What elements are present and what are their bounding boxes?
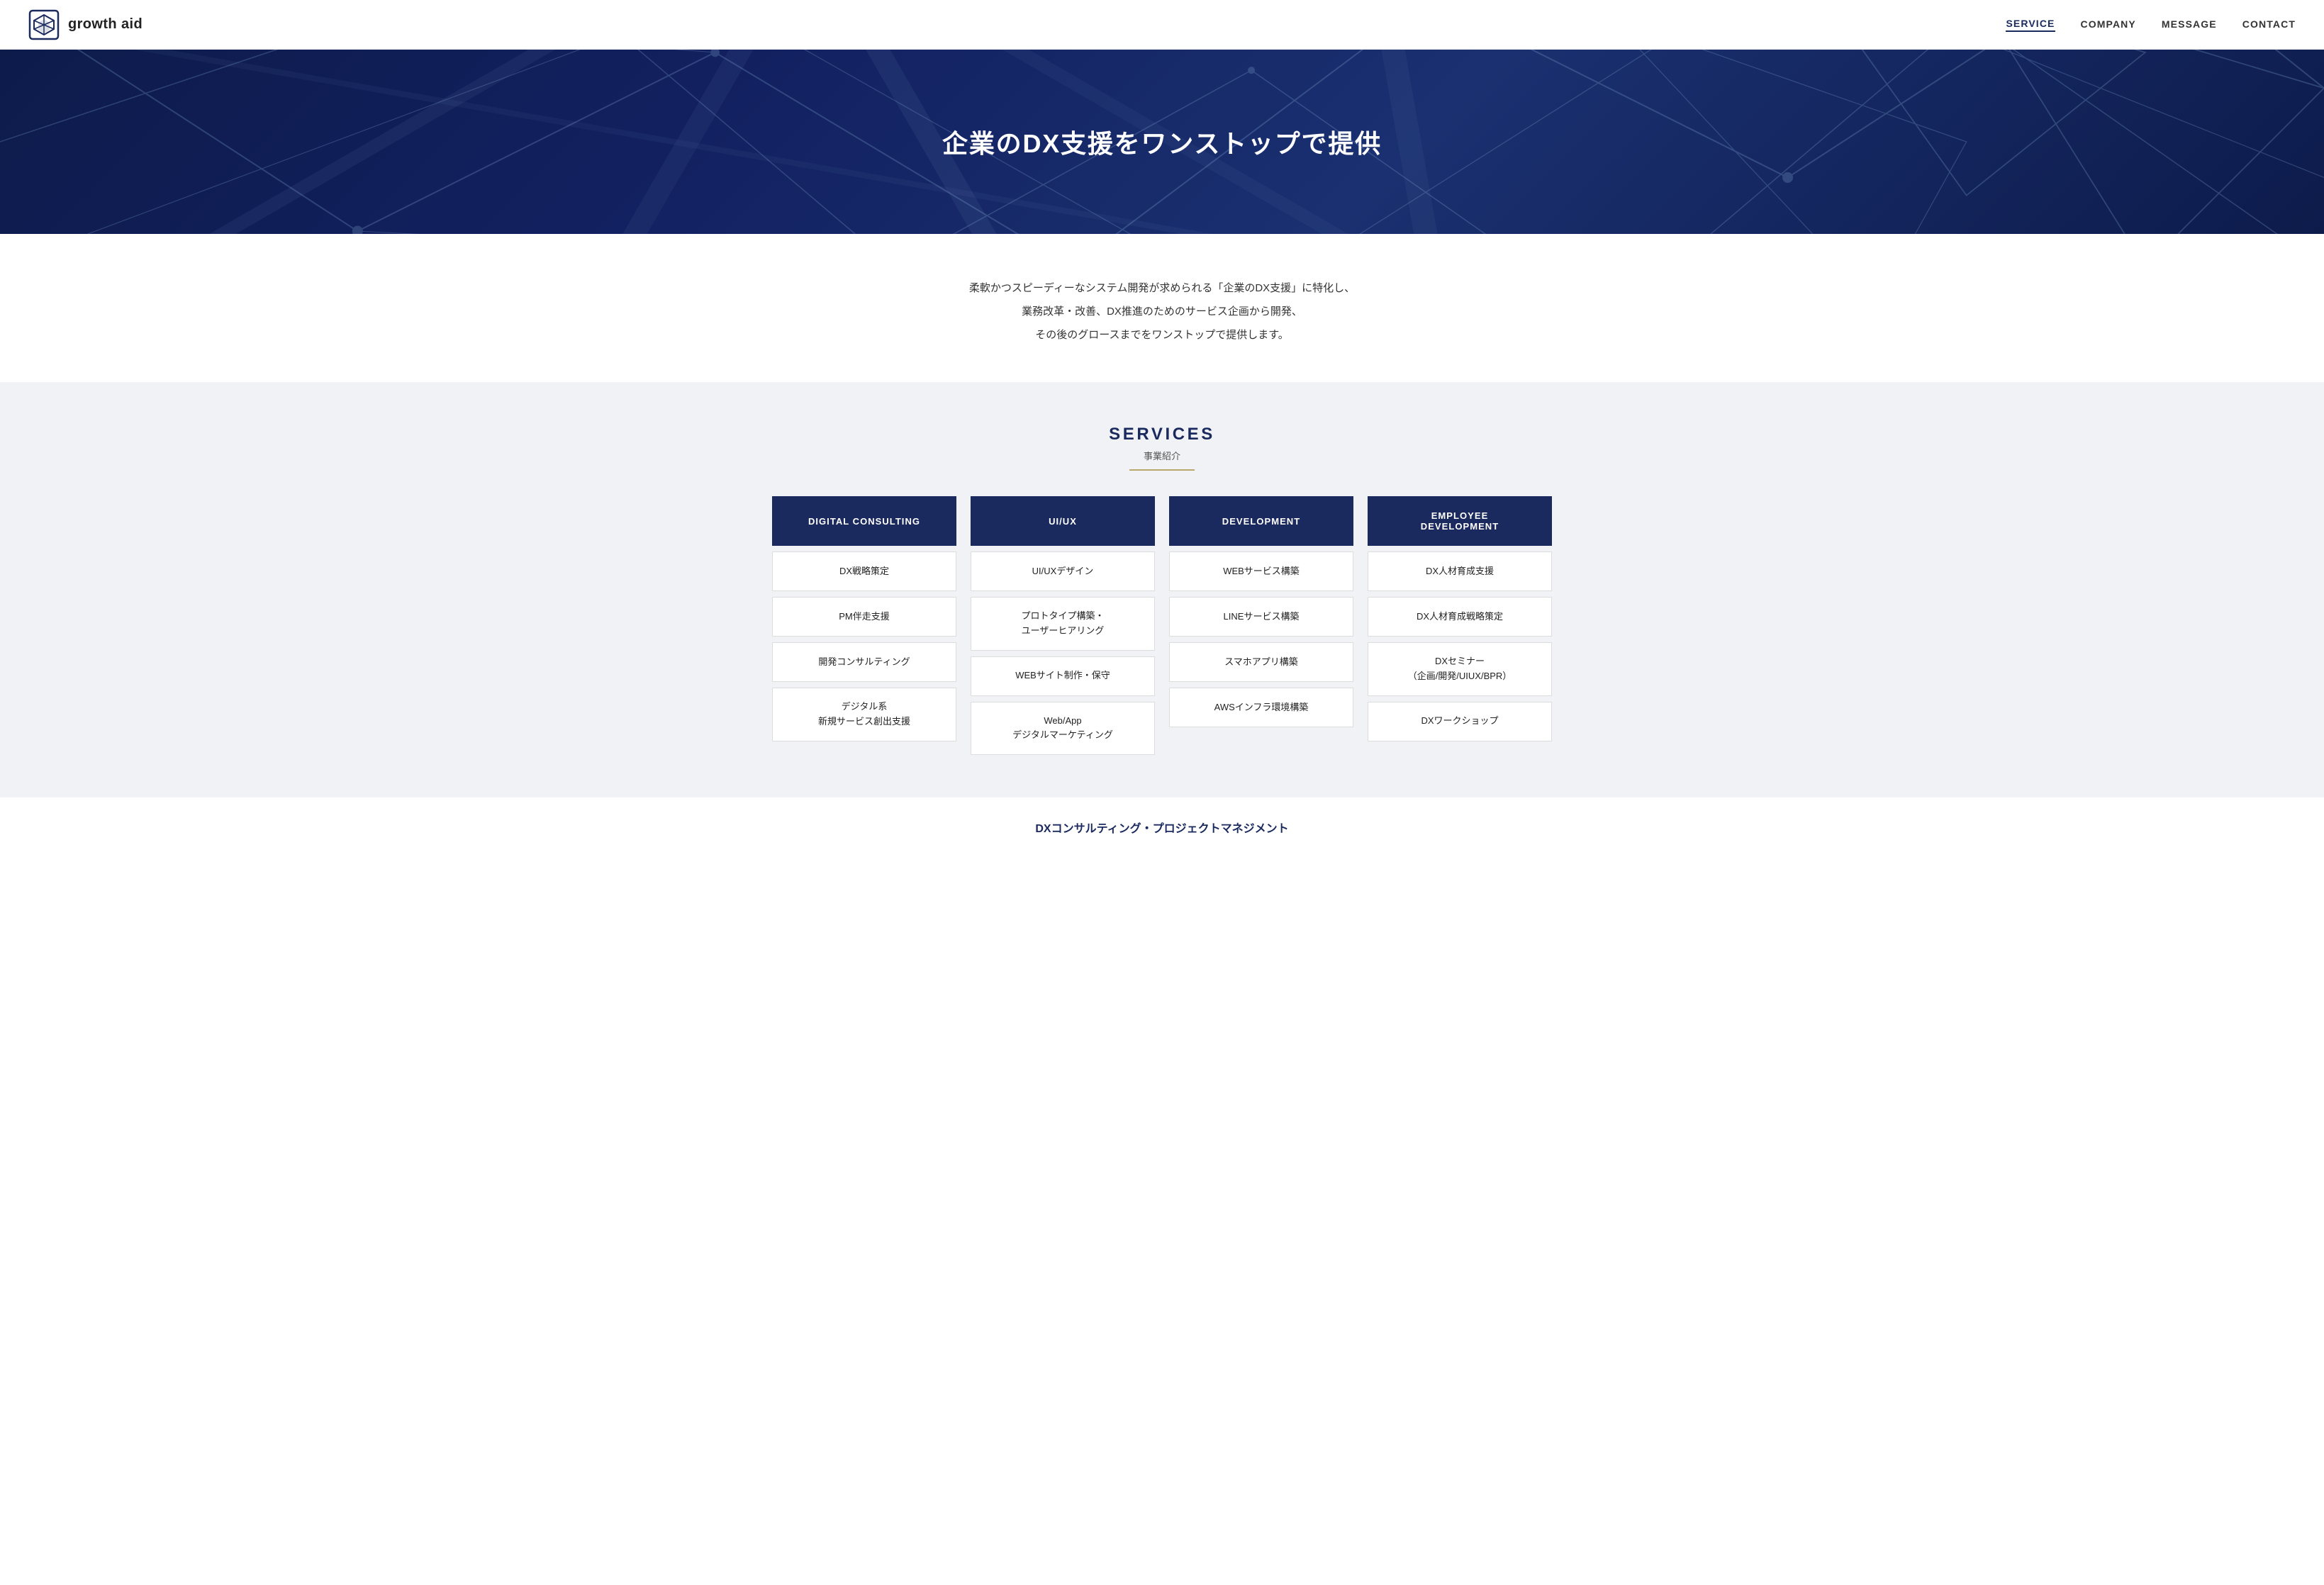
services-section: SERVICES 事業紹介 DIGITAL CONSULTING DX戦略策定 … [0, 382, 2324, 797]
nav-message[interactable]: MESSAGE [2162, 18, 2217, 31]
hero-section: 企業のDX支援をワンストップで提供 [0, 50, 2324, 234]
services-heading-en: SERVICES [28, 425, 2296, 444]
intro-text: 柔軟かつスピーディーなシステム開発が求められる「企業のDX支援」に特化し、 業務… [28, 276, 2296, 347]
service-item: WEBサイト制作・保守 [971, 656, 1155, 696]
col-header-uiux: UI/UX [971, 496, 1155, 546]
nav-company[interactable]: COMPANY [2081, 18, 2136, 31]
service-col-employee-dev: EMPLOYEE DEVELOPMENT DX人材育成支援 DX人材育成戦略策定… [1368, 496, 1552, 755]
service-item: WEBサービス構築 [1169, 551, 1353, 591]
service-col-digital-consulting: DIGITAL CONSULTING DX戦略策定 PM伴走支援 開発コンサルテ… [772, 496, 956, 755]
service-item: DXセミナー （企画/開発/UIUX/BPR） [1368, 642, 1552, 696]
bottom-title: DXコンサルティング・プロジェクトマネジメント [28, 819, 2296, 836]
service-item: 開発コンサルティング [772, 642, 956, 682]
logo-text: growth aid [68, 16, 143, 33]
service-item: スマホアプリ構築 [1169, 642, 1353, 682]
header: growth aid SERVICE COMPANY MESSAGE CONTA… [0, 0, 2324, 50]
logo-area: growth aid [28, 9, 143, 40]
nav-service[interactable]: SERVICE [2006, 18, 2055, 32]
service-item: プロトタイプ構築・ ユーザーヒアリング [971, 597, 1155, 651]
col-header-digital-consulting: DIGITAL CONSULTING [772, 496, 956, 546]
bottom-section: DXコンサルティング・プロジェクトマネジメント [0, 797, 2324, 850]
service-item: デジタル系 新規サービス創出支援 [772, 688, 956, 741]
intro-section: 柔軟かつスピーディーなシステム開発が求められる「企業のDX支援」に特化し、 業務… [0, 234, 2324, 382]
hero-title: 企業のDX支援をワンストップで提供 [942, 123, 1382, 160]
service-item: Web/App デジタルマーケティング [971, 702, 1155, 756]
service-item: UI/UXデザイン [971, 551, 1155, 591]
intro-line3: その後のグロースまでをワンストップで提供します。 [1035, 329, 1288, 341]
main-nav: SERVICE COMPANY MESSAGE CONTACT [2006, 18, 2296, 32]
services-heading-ja: 事業紹介 [1129, 449, 1195, 471]
services-heading: SERVICES 事業紹介 [28, 425, 2296, 471]
service-item: DX人材育成戦略策定 [1368, 597, 1552, 637]
col-header-employee-dev: EMPLOYEE DEVELOPMENT [1368, 496, 1552, 546]
nav-contact[interactable]: CONTACT [2242, 18, 2296, 31]
intro-line1: 柔軟かつスピーディーなシステム開発が求められる「企業のDX支援」に特化し、 [969, 282, 1355, 294]
service-item: DX戦略策定 [772, 551, 956, 591]
service-grid: DIGITAL CONSULTING DX戦略策定 PM伴走支援 開発コンサルテ… [772, 496, 1552, 755]
logo-icon [28, 9, 60, 40]
service-col-uiux: UI/UX UI/UXデザイン プロトタイプ構築・ ユーザーヒアリング WEBサ… [971, 496, 1155, 755]
service-item: AWSインフラ環境構築 [1169, 688, 1353, 727]
col-header-development: DEVELOPMENT [1169, 496, 1353, 546]
services-sub-heading: 事業紹介 [28, 444, 2296, 471]
intro-line2: 業務改革・改善、DX推進のためのサービス企画から開発、 [1022, 306, 1302, 318]
service-item: DX人材育成支援 [1368, 551, 1552, 591]
service-col-development: DEVELOPMENT WEBサービス構築 LINEサービス構築 スマホアプリ構… [1169, 496, 1353, 755]
service-item: LINEサービス構築 [1169, 597, 1353, 637]
service-item: DXワークショップ [1368, 702, 1552, 741]
service-item: PM伴走支援 [772, 597, 956, 637]
